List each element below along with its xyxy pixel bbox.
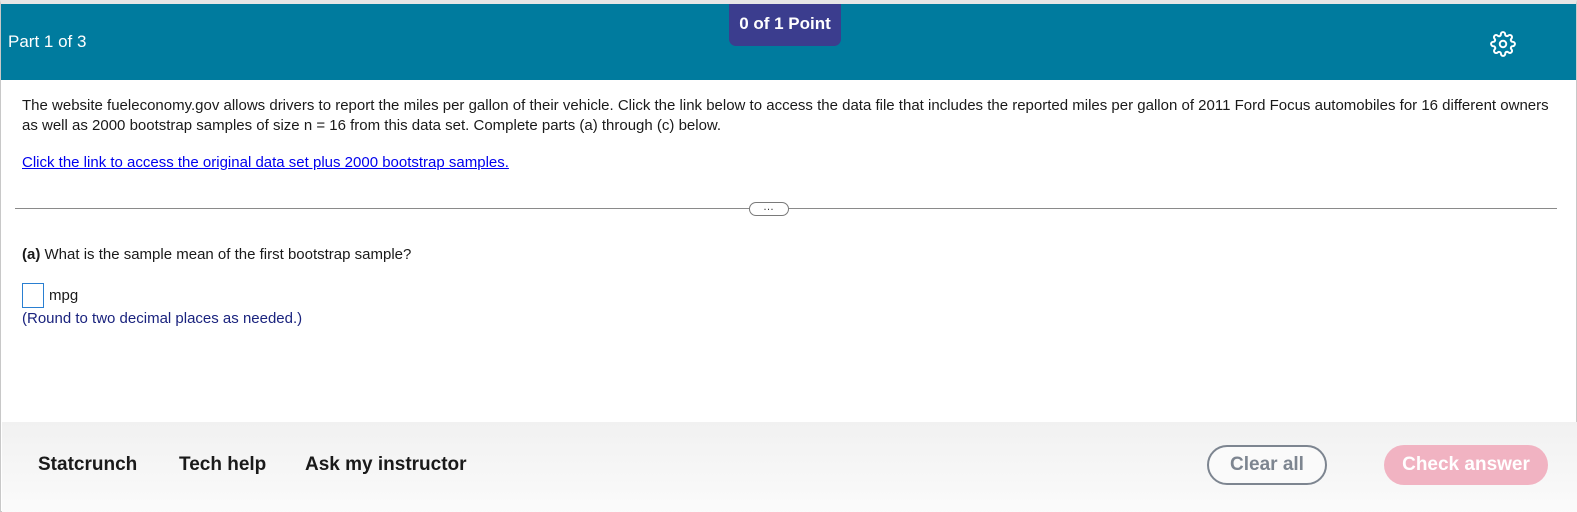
gear-icon[interactable] (1490, 31, 1516, 57)
check-answer-button[interactable]: Check answer (1384, 445, 1548, 485)
tech-help-link[interactable]: Tech help (179, 454, 266, 476)
ask-instructor-link[interactable]: Ask my instructor (305, 454, 467, 476)
question-frame: Part 1 of 3 0 of 1 Point The website fue… (0, 0, 1577, 512)
question-header: Part 1 of 3 0 of 1 Point (1, 4, 1576, 80)
expand-toggle-button[interactable]: … (749, 202, 789, 216)
answer-input[interactable] (22, 282, 44, 308)
statcrunch-link[interactable]: Statcrunch (38, 454, 137, 476)
footer-toolbar: Statcrunch Tech help Ask my instructor C… (2, 422, 1577, 512)
clear-all-button[interactable]: Clear all (1207, 445, 1327, 485)
problem-statement: The website fueleconomy.gov allows drive… (22, 97, 1549, 134)
answer-row: mpg (22, 282, 78, 308)
part-indicator: Part 1 of 3 (8, 32, 87, 51)
question-a: (a) What is the sample mean of the first… (22, 246, 411, 263)
data-set-link[interactable]: Click the link to access the original da… (22, 154, 509, 171)
question-text: What is the sample mean of the first boo… (40, 246, 412, 263)
question-part-label: (a) (22, 246, 41, 263)
points-badge: 0 of 1 Point (729, 4, 841, 46)
answer-unit: mpg (49, 286, 79, 304)
rounding-hint: (Round to two decimal places as needed.) (22, 310, 303, 327)
